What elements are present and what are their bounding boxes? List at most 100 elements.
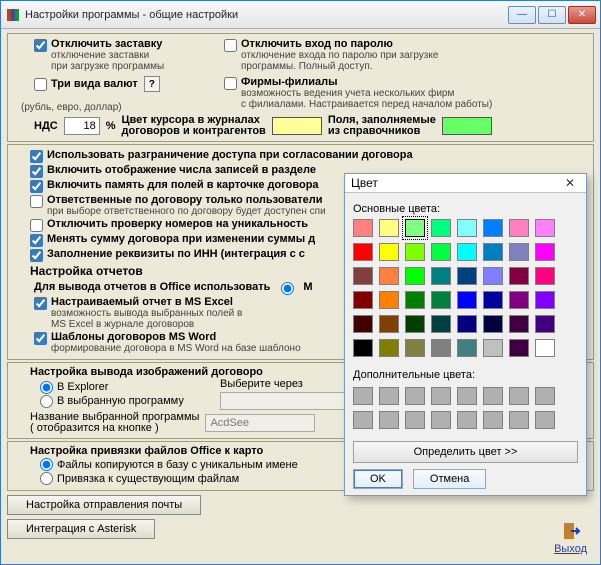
exit-icon[interactable] [561, 521, 581, 541]
close-button[interactable]: ✕ [568, 6, 596, 24]
basic-color-15[interactable] [535, 243, 555, 261]
basic-color-23[interactable] [535, 267, 555, 285]
mail-settings-button[interactable]: Настройка отправления почты [7, 495, 201, 515]
basic-color-37[interactable] [483, 315, 503, 333]
exit-link[interactable]: Выход [554, 543, 587, 555]
basic-color-46[interactable] [509, 339, 529, 357]
custom-color-14[interactable] [509, 411, 529, 429]
custom-color-5[interactable] [483, 387, 503, 405]
basic-color-36[interactable] [457, 315, 477, 333]
office-bind-copy-radio[interactable] [40, 458, 53, 471]
basic-color-8[interactable] [353, 243, 373, 261]
custom-color-8[interactable] [353, 411, 373, 429]
basic-color-25[interactable] [379, 291, 399, 309]
basic-color-40[interactable] [353, 339, 373, 357]
custom-color-2[interactable] [405, 387, 425, 405]
basic-color-28[interactable] [457, 291, 477, 309]
custom-color-4[interactable] [457, 387, 477, 405]
custom-color-9[interactable] [379, 411, 399, 429]
basic-color-18[interactable] [405, 267, 425, 285]
basic-color-27[interactable] [431, 291, 451, 309]
check-0-checkbox[interactable] [30, 150, 43, 163]
basic-color-31[interactable] [535, 291, 555, 309]
fields-color-swatch[interactable] [442, 117, 492, 135]
basic-color-10[interactable] [405, 243, 425, 261]
custom-color-13[interactable] [483, 411, 503, 429]
basic-color-6[interactable] [509, 219, 529, 237]
basic-color-9[interactable] [379, 243, 399, 261]
basic-color-4[interactable] [457, 219, 477, 237]
basic-color-24[interactable] [353, 291, 373, 309]
check-1-checkbox[interactable] [30, 165, 43, 178]
three-currencies-help-button[interactable]: ? [144, 76, 160, 92]
group-top: Отключить заставку отключение заставки п… [7, 33, 594, 142]
basic-color-0[interactable] [353, 219, 373, 237]
basic-color-42[interactable] [405, 339, 425, 357]
basic-color-11[interactable] [431, 243, 451, 261]
asterisk-button[interactable]: Интеграция с Asterisk [7, 519, 155, 539]
images-explorer-radio[interactable] [40, 381, 53, 394]
basic-color-19[interactable] [431, 267, 451, 285]
check-2-checkbox[interactable] [30, 180, 43, 193]
basic-color-29[interactable] [483, 291, 503, 309]
basic-color-38[interactable] [509, 315, 529, 333]
basic-color-22[interactable] [509, 267, 529, 285]
images-selected-radio[interactable] [40, 395, 53, 408]
basic-color-35[interactable] [431, 315, 451, 333]
custom-color-3[interactable] [431, 387, 451, 405]
disable-password-checkbox[interactable] [224, 39, 237, 52]
check-5-checkbox[interactable] [30, 234, 43, 247]
custom-color-10[interactable] [405, 411, 425, 429]
nds-input[interactable] [64, 117, 100, 135]
color-dialog-close-button[interactable]: ✕ [560, 174, 580, 192]
custom-colors-label: Дополнительные цвета: [353, 369, 578, 381]
custom-color-15[interactable] [535, 411, 555, 429]
custom-color-12[interactable] [457, 411, 477, 429]
basic-color-21[interactable] [483, 267, 503, 285]
office-bind-link-radio[interactable] [40, 472, 53, 485]
basic-color-12[interactable] [457, 243, 477, 261]
disable-splash-checkbox[interactable] [34, 39, 47, 52]
reports-excel-checkbox[interactable] [34, 297, 47, 310]
basic-color-44[interactable] [457, 339, 477, 357]
branches-checkbox[interactable] [224, 77, 237, 90]
basic-color-7[interactable] [535, 219, 555, 237]
basic-color-3[interactable] [431, 219, 451, 237]
define-color-button[interactable]: Определить цвет >> [353, 441, 578, 463]
basic-color-14[interactable] [509, 243, 529, 261]
basic-color-32[interactable] [353, 315, 373, 333]
minimize-button[interactable]: — [508, 6, 536, 24]
images-prog-input[interactable] [205, 414, 315, 432]
basic-color-43[interactable] [431, 339, 451, 357]
basic-color-13[interactable] [483, 243, 503, 261]
check-3-checkbox[interactable] [30, 195, 43, 208]
reports-ms-radio[interactable] [281, 282, 294, 295]
custom-color-7[interactable] [535, 387, 555, 405]
basic-color-33[interactable] [379, 315, 399, 333]
basic-color-5[interactable] [483, 219, 503, 237]
custom-color-6[interactable] [509, 387, 529, 405]
custom-color-11[interactable] [431, 411, 451, 429]
color-ok-button[interactable]: OK [353, 469, 403, 489]
basic-color-26[interactable] [405, 291, 425, 309]
three-currencies-checkbox[interactable] [34, 78, 47, 91]
color-cancel-button[interactable]: Отмена [413, 469, 486, 489]
check-6-checkbox[interactable] [30, 249, 43, 262]
basic-color-41[interactable] [379, 339, 399, 357]
custom-color-1[interactable] [379, 387, 399, 405]
reports-word-checkbox[interactable] [34, 332, 47, 345]
basic-color-20[interactable] [457, 267, 477, 285]
basic-color-34[interactable] [405, 315, 425, 333]
maximize-button[interactable]: ☐ [538, 6, 566, 24]
basic-color-16[interactable] [353, 267, 373, 285]
basic-color-45[interactable] [483, 339, 503, 357]
check-4-checkbox[interactable] [30, 219, 43, 232]
basic-color-30[interactable] [509, 291, 529, 309]
basic-color-1[interactable] [379, 219, 399, 237]
custom-color-0[interactable] [353, 387, 373, 405]
basic-color-47[interactable] [535, 339, 555, 357]
basic-color-17[interactable] [379, 267, 399, 285]
basic-color-2[interactable] [405, 219, 425, 237]
cursor-color-swatch[interactable] [272, 117, 322, 135]
basic-color-39[interactable] [535, 315, 555, 333]
